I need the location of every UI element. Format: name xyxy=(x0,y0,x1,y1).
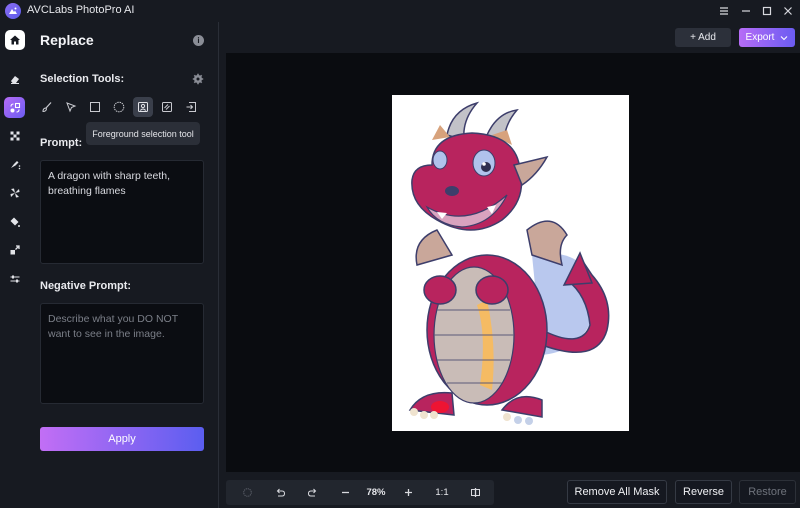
brush-icon xyxy=(42,102,52,113)
rail-item-colorize[interactable] xyxy=(4,153,25,174)
menu-icon[interactable] xyxy=(716,3,732,19)
export-label: Export xyxy=(745,32,775,43)
redo-button[interactable] xyxy=(301,480,323,505)
selection-tools-label: Selection Tools: xyxy=(40,73,125,85)
panel-divider xyxy=(218,22,219,508)
rail-item-replace[interactable] xyxy=(4,97,25,118)
chevron-down-icon xyxy=(781,35,788,40)
app-title: AVCLabs PhotoPro AI xyxy=(27,4,135,16)
maximize-icon[interactable] xyxy=(759,3,775,19)
rail-item-home[interactable] xyxy=(5,30,25,50)
app-window: AVCLabs PhotoPro AI Replace i Selection … xyxy=(0,0,800,508)
fan-icon xyxy=(10,188,19,197)
rail-item-enhance[interactable] xyxy=(4,182,25,203)
circle-dashed-icon xyxy=(242,488,252,497)
close-icon[interactable] xyxy=(780,3,796,19)
rail-item-expand[interactable] xyxy=(4,125,25,146)
apply-button[interactable]: Apply xyxy=(40,427,204,451)
restore-button[interactable]: Restore xyxy=(739,480,796,504)
zoom-toolbar: 78% 1:1 xyxy=(226,480,494,505)
negative-prompt-input[interactable] xyxy=(40,303,204,404)
undo-icon xyxy=(276,488,285,497)
zoom-level: 78% xyxy=(366,487,386,498)
negative-prompt-label: Negative Prompt: xyxy=(40,280,132,292)
zoom-in-button[interactable] xyxy=(397,480,419,505)
person-frame-icon xyxy=(138,102,148,112)
rail-item-upscale[interactable] xyxy=(4,239,25,260)
remove-all-mask-button[interactable]: Remove All Mask xyxy=(567,480,667,504)
replace-icon xyxy=(9,102,20,113)
gear-icon[interactable] xyxy=(192,73,204,85)
dragon-illustration xyxy=(408,101,610,425)
ellipse-select-icon xyxy=(113,101,125,113)
prompt-input[interactable] xyxy=(40,160,204,264)
brush-sparkle-icon xyxy=(10,160,20,169)
add-button[interactable]: + Add xyxy=(675,28,731,47)
info-icon[interactable]: i xyxy=(193,35,204,46)
redo-icon xyxy=(307,488,316,497)
tool-lasso[interactable] xyxy=(61,97,81,117)
import-icon xyxy=(186,102,196,112)
minus-icon xyxy=(341,491,349,494)
dragon-image[interactable] xyxy=(392,95,629,431)
plus-icon xyxy=(404,489,412,496)
zoom-out-button[interactable] xyxy=(334,480,356,505)
actual-size-button[interactable]: 1:1 xyxy=(430,480,454,505)
app-logo-icon xyxy=(5,3,21,19)
expand-icon xyxy=(10,131,19,140)
prompt-label: Prompt: xyxy=(40,137,83,149)
home-icon xyxy=(10,35,20,45)
paint-bucket-icon xyxy=(10,217,20,227)
rail-item-adjust[interactable] xyxy=(4,268,25,289)
eraser-icon xyxy=(10,75,19,84)
tool-brush[interactable] xyxy=(37,97,57,117)
sliders-icon xyxy=(10,275,19,282)
pointer-icon xyxy=(66,102,77,113)
export-button[interactable]: Export xyxy=(739,28,795,47)
image-canvas[interactable] xyxy=(226,53,800,472)
compare-button[interactable] xyxy=(464,480,486,505)
tool-foreground[interactable] xyxy=(133,97,153,117)
tool-ellipse[interactable] xyxy=(109,97,129,117)
reset-view-button[interactable] xyxy=(236,480,258,505)
tool-background[interactable] xyxy=(157,97,177,117)
tooltip: Foreground selection tool xyxy=(86,122,200,145)
title-bar: AVCLabs PhotoPro AI xyxy=(0,0,800,22)
tool-rectangle[interactable] xyxy=(85,97,105,117)
hatch-frame-icon xyxy=(162,102,172,112)
resize-icon xyxy=(10,244,20,254)
compare-icon xyxy=(470,488,480,497)
minimize-icon[interactable] xyxy=(738,3,754,19)
panel-title: Replace xyxy=(40,32,94,48)
rail-item-erase[interactable] xyxy=(4,68,25,89)
rail-item-fill[interactable] xyxy=(4,211,25,232)
tool-import[interactable] xyxy=(181,97,201,117)
rectangle-select-icon xyxy=(90,102,100,112)
undo-button[interactable] xyxy=(269,480,291,505)
reverse-button[interactable]: Reverse xyxy=(675,480,732,504)
